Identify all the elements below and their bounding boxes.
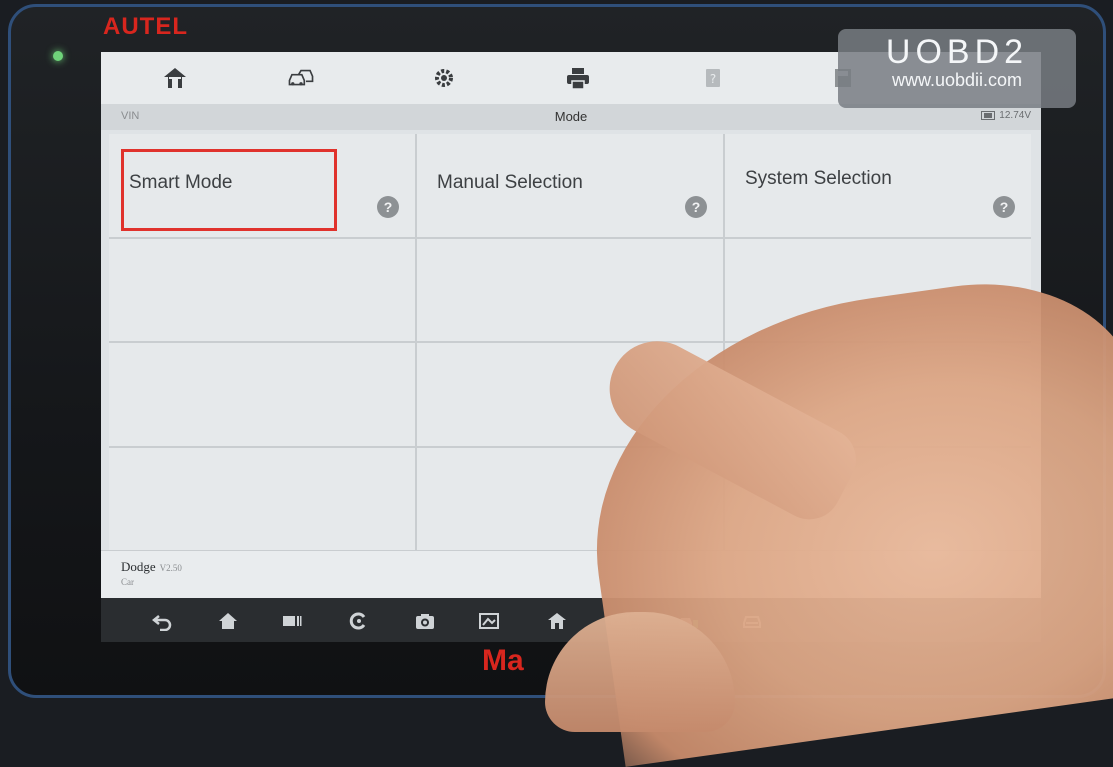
vehicle-swap-icon[interactable] bbox=[283, 62, 319, 94]
battery-status: 12.74V bbox=[981, 110, 1031, 121]
camera-icon[interactable] bbox=[410, 608, 440, 634]
watermark-title: UOBD2 bbox=[885, 33, 1029, 71]
smart-mode-help-icon[interactable]: ? bbox=[377, 196, 399, 218]
vehicle-type: Car bbox=[121, 577, 134, 587]
vehicle-make: Dodge V2.50 bbox=[121, 559, 182, 575]
system-selection-help-icon[interactable]: ? bbox=[993, 196, 1015, 218]
system-selection-tile[interactable]: System Selection ? bbox=[725, 134, 1031, 237]
empty-tile bbox=[109, 238, 415, 341]
help-icon[interactable]: ? bbox=[695, 62, 731, 94]
browser-icon[interactable] bbox=[343, 608, 373, 634]
recent-apps-icon[interactable] bbox=[277, 608, 307, 634]
smart-mode-label: Smart Mode bbox=[129, 172, 233, 193]
brand-logo-top: AUTEL bbox=[103, 13, 188, 40]
empty-tile bbox=[109, 343, 415, 446]
battery-icon bbox=[981, 111, 996, 120]
system-selection-label: System Selection bbox=[745, 168, 892, 189]
vehicle-make-text: Dodge bbox=[121, 559, 156, 574]
manual-selection-label: Manual Selection bbox=[437, 172, 583, 193]
manual-selection-help-icon[interactable]: ? bbox=[685, 196, 707, 218]
empty-tile bbox=[417, 238, 723, 341]
page-title: Mode bbox=[554, 109, 588, 124]
back-icon[interactable] bbox=[147, 608, 177, 634]
svg-text:?: ? bbox=[710, 72, 716, 86]
watermark-url: www.uobdii.com bbox=[891, 70, 1023, 90]
home-icon[interactable] bbox=[157, 62, 193, 94]
display-icon[interactable] bbox=[474, 608, 504, 634]
power-led bbox=[53, 51, 63, 61]
empty-tile bbox=[109, 447, 415, 550]
printer-icon[interactable] bbox=[560, 62, 596, 94]
manual-selection-tile[interactable]: Manual Selection ? bbox=[417, 134, 723, 237]
maxisys-home-icon[interactable] bbox=[542, 608, 572, 634]
gear-icon[interactable] bbox=[426, 62, 462, 94]
software-version: V2.50 bbox=[159, 563, 182, 573]
smart-mode-tile[interactable]: Smart Mode ? bbox=[109, 134, 415, 237]
brand-logo-bottom: Ma bbox=[482, 644, 524, 677]
watermark: UOBD2 www.uobdii.com bbox=[838, 29, 1076, 108]
android-home-icon[interactable] bbox=[213, 608, 243, 634]
battery-voltage: 12.74V bbox=[999, 110, 1031, 121]
